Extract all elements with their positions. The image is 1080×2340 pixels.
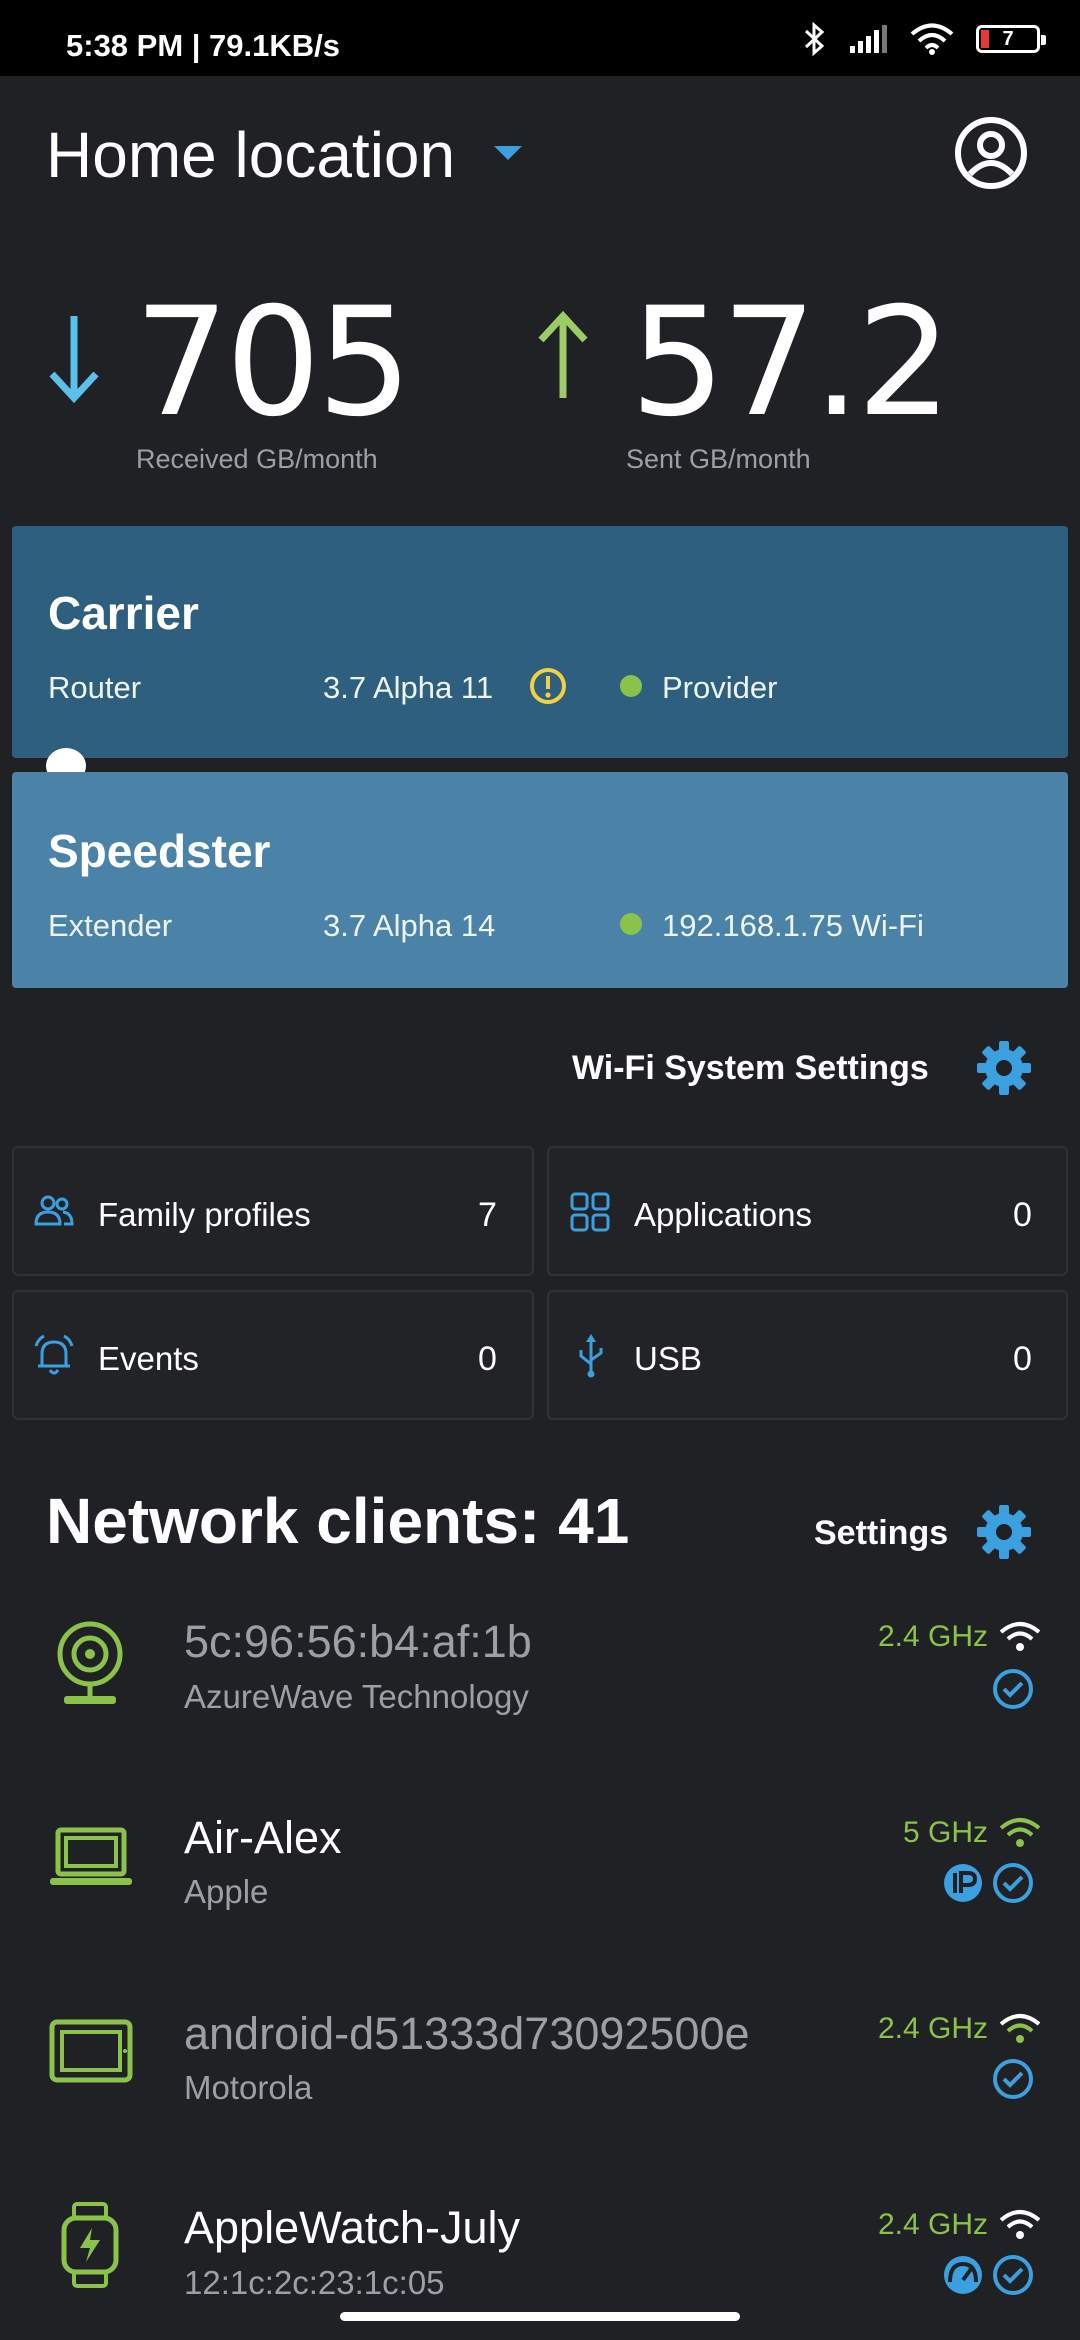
apps-grid-icon	[570, 1192, 610, 1232]
client-name: AppleWatch-July	[184, 2202, 520, 2253]
tile-count: 0	[1013, 1196, 1032, 1234]
client-band: 2.4 GHz	[877, 2208, 988, 2241]
tile-usb[interactable]	[547, 1290, 1068, 1420]
gear-icon[interactable]	[976, 1504, 1032, 1560]
client-mac: 12:1c:2c:23:1c:05	[184, 2264, 445, 2301]
router-name: Carrier	[48, 587, 199, 639]
status-icons: 7	[802, 22, 1046, 56]
router-version: 3.7 Alpha 11	[323, 670, 494, 705]
router-card[interactable]	[12, 526, 1068, 758]
extender-version: 3.7 Alpha 14	[323, 908, 496, 943]
client-vendor: Motorola	[184, 2069, 313, 2106]
location-title[interactable]: Home location	[46, 118, 455, 192]
laptop-icon	[50, 1827, 132, 1885]
wifi-signal-icon	[999, 2210, 1041, 2239]
verified-check-icon	[993, 1669, 1033, 1709]
bluetooth-icon	[804, 22, 825, 56]
extender-card[interactable]	[12, 772, 1068, 988]
client-band: 5 GHz	[902, 1816, 988, 1849]
client-row[interactable]	[0, 1590, 1080, 1740]
client-name: 5c:96:56:b4:af:1b	[184, 1616, 532, 1667]
download-arrow-icon	[49, 316, 99, 404]
extender-role: Extender	[48, 908, 173, 943]
family-icon	[34, 1195, 74, 1226]
smartwatch-icon	[61, 2202, 119, 2288]
dropdown-caret-icon[interactable]	[494, 146, 522, 160]
status-time: 5:38 PM | 79.1KB/s	[66, 28, 341, 63]
usb-icon	[579, 1334, 603, 1378]
tablet-icon	[49, 2019, 133, 2083]
webcam-icon	[57, 1621, 123, 1704]
tile-count: 0	[478, 1340, 497, 1378]
client-vendor: Apple	[184, 1873, 269, 1910]
wifi-signal-icon	[999, 1818, 1041, 1847]
wifi-settings-link[interactable]: Wi-Fi System Settings	[572, 1049, 929, 1088]
client-name: android-d51333d73092500e	[184, 2008, 750, 2059]
received-value: 705	[134, 276, 412, 450]
upload-arrow-icon	[538, 310, 588, 398]
sent-label: Sent GB/month	[626, 444, 811, 474]
wifi-signal-icon	[999, 2014, 1041, 2043]
verified-check-icon	[993, 2255, 1033, 2295]
signal-icon	[850, 25, 887, 53]
tile-label: Events	[98, 1340, 199, 1377]
network-clients-title: Network clients: 41	[46, 1485, 630, 1557]
gear-icon[interactable]	[976, 1040, 1032, 1096]
client-band: 2.4 GHz	[877, 2012, 988, 2045]
router-role: Router	[48, 670, 142, 705]
received-label: Received GB/month	[136, 444, 378, 474]
tile-label: Family profiles	[98, 1196, 311, 1233]
tile-events[interactable]	[12, 1290, 534, 1420]
bell-icon	[34, 1334, 74, 1375]
speedometer-icon	[944, 2256, 982, 2294]
client-name: Air-Alex	[184, 1812, 342, 1863]
wifi-status-icon	[910, 23, 954, 55]
client-vendor: AzureWave Technology	[184, 1678, 529, 1715]
router-status-dot	[620, 675, 642, 697]
client-band: 2.4 GHz	[877, 1620, 988, 1653]
home-indicator[interactable]	[340, 2312, 740, 2321]
extender-name: Speedster	[48, 825, 271, 877]
battery-level: 7	[1002, 28, 1014, 50]
tile-count: 0	[1013, 1340, 1032, 1378]
tile-label: USB	[634, 1340, 702, 1377]
tile-count: 7	[478, 1196, 497, 1234]
ip-badge-icon	[944, 1864, 982, 1902]
clients-settings-link[interactable]: Settings	[814, 1514, 948, 1553]
extender-status: 192.168.1.75 Wi-Fi	[662, 908, 924, 943]
client-row[interactable]	[0, 1786, 1080, 1936]
warning-icon[interactable]	[528, 666, 568, 706]
client-row[interactable]	[0, 2178, 1080, 2318]
battery-icon: 7	[976, 25, 1046, 53]
wifi-signal-icon	[999, 1622, 1041, 1651]
account-icon[interactable]	[954, 116, 1028, 190]
verified-check-icon	[993, 1863, 1033, 1903]
extender-status-dot	[620, 913, 642, 935]
sent-value: 57.2	[630, 276, 952, 450]
verified-check-icon	[993, 2059, 1033, 2099]
tile-label: Applications	[634, 1196, 812, 1233]
router-status: Provider	[662, 670, 778, 705]
